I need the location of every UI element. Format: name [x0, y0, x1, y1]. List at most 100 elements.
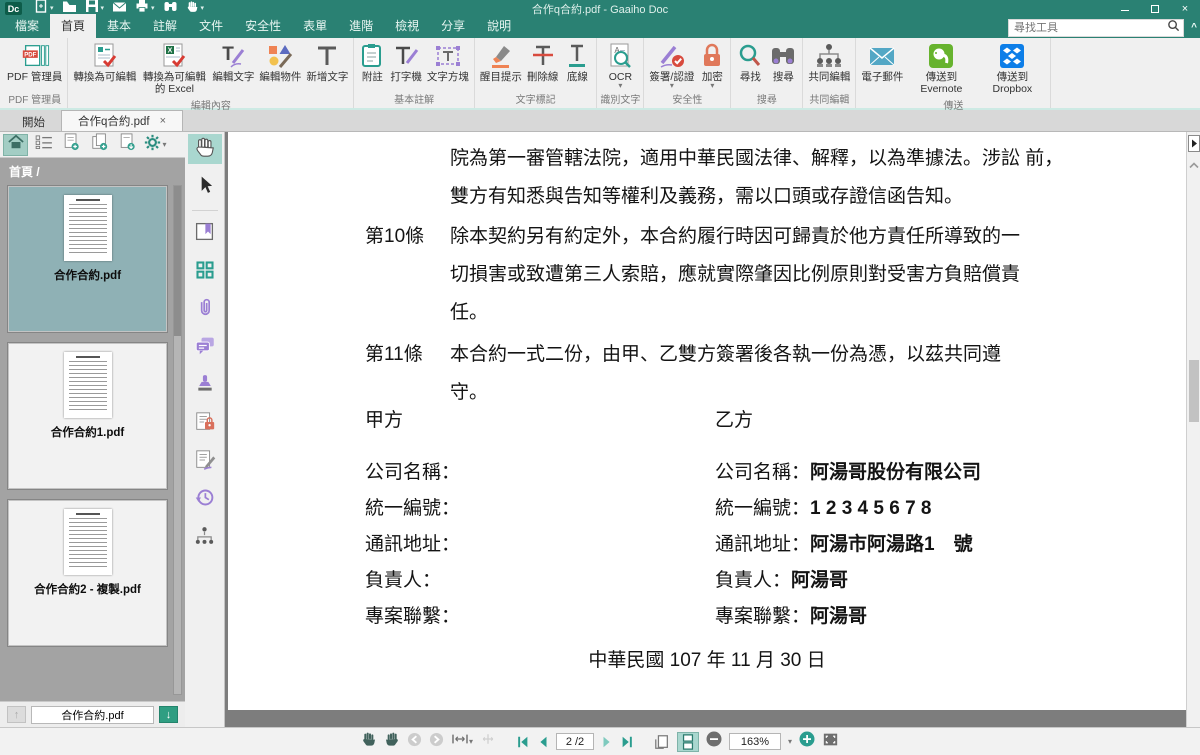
thumbnail-card[interactable]: 合作合約1.pdf — [7, 342, 168, 490]
advanced-search-button[interactable]: 搜尋 — [767, 40, 799, 84]
convert-excel-button[interactable]: X 轉換為可編輯的 Excel — [139, 40, 209, 96]
menu-tab-help[interactable]: 說明 — [476, 14, 522, 38]
scrollbar-thumb[interactable] — [1189, 360, 1199, 422]
maximize-button[interactable] — [1140, 0, 1170, 17]
right-triangle-icon — [1191, 139, 1198, 148]
bookmarks-button[interactable] — [31, 134, 56, 156]
fullscreen-button[interactable] — [822, 732, 839, 752]
pdf-manager-button[interactable]: PDF PDF 管理員 — [5, 40, 64, 84]
scroll-up-icon[interactable] — [1189, 156, 1199, 174]
zoom-caret-icon[interactable]: ▾ — [788, 737, 792, 746]
strikethrough-button[interactable]: 刪除線 — [525, 40, 561, 84]
menu-tab-advanced[interactable]: 進階 — [338, 14, 384, 38]
home-button[interactable] — [3, 134, 28, 156]
minimize-button[interactable] — [1110, 0, 1140, 17]
thumbnails-panel-button[interactable] — [188, 257, 222, 287]
security-panel-button[interactable] — [188, 409, 222, 439]
stamps-panel-button[interactable] — [188, 371, 222, 401]
single-page-view-button[interactable] — [654, 732, 670, 752]
pdf-page: 院為第一審管轄法院，適用中華民國法律、解釋，以為準據法。涉訟 前，雙方有知悉與告… — [228, 132, 1186, 710]
breadcrumb[interactable]: 首頁 / — [0, 158, 185, 180]
select-tool-button[interactable] — [188, 172, 222, 202]
next-page-button[interactable] — [601, 732, 613, 752]
panel-expander-button[interactable] — [1188, 135, 1200, 152]
zoom-level-input[interactable]: 163% — [729, 733, 781, 750]
filename-input[interactable] — [31, 706, 154, 724]
send-dropbox-button[interactable]: 傳送到 Dropbox — [977, 40, 1047, 96]
ocr-button[interactable]: A OCR ▾ — [604, 40, 636, 90]
co-edit-button[interactable]: 共同編輯 — [806, 40, 852, 84]
pan-forward-button[interactable] — [384, 732, 400, 752]
thumbnail-card[interactable]: 合作合約2 - 複製.pdf — [7, 499, 168, 647]
ribbon-group-send: 電子郵件 傳送到 Evernote 傳送到 Dropbox 傳送 — [856, 38, 1051, 108]
button-label: 編輯物件 — [259, 71, 301, 83]
new-page-button[interactable] — [59, 134, 84, 156]
copy-page-button[interactable] — [87, 134, 112, 156]
signature-panel-button[interactable] — [188, 447, 222, 477]
share-panel-button[interactable] — [188, 523, 222, 553]
move-up-button[interactable]: ↑ — [7, 706, 26, 723]
vertical-scrollbar[interactable] — [1186, 132, 1200, 727]
convert-editable-button[interactable]: 轉換為可編輯 — [71, 40, 138, 84]
bookmarks-panel-button[interactable] — [188, 219, 222, 249]
encrypt-button[interactable]: 加密 ▾ — [697, 40, 727, 90]
edit-text-button[interactable]: T 編輯文字 — [210, 40, 256, 84]
ribbon-group-label: 共同編輯 — [806, 90, 852, 108]
fit-width-icon — [451, 732, 469, 751]
page-number-input[interactable]: 2 /2 — [556, 733, 594, 750]
menu-tab-share[interactable]: 分享 — [430, 14, 476, 38]
history-panel-button[interactable] — [188, 485, 222, 515]
settings-button[interactable]: ▾ — [143, 134, 168, 156]
send-evernote-button[interactable]: 傳送到 Evernote — [906, 40, 976, 96]
ribbon-collapse-icon[interactable]: ^ — [1191, 22, 1197, 33]
fit-width-button[interactable]: ▾ — [451, 732, 473, 752]
last-page-button[interactable] — [620, 732, 634, 752]
search-input[interactable] — [1009, 22, 1167, 34]
next-view-icon — [429, 732, 444, 752]
previous-view-button[interactable] — [407, 732, 422, 752]
move-down-button[interactable]: ↓ — [159, 706, 178, 723]
previous-page-button[interactable] — [537, 732, 549, 752]
typewriter-button[interactable]: 打字機 — [388, 40, 424, 84]
menu-tab-home[interactable]: 首頁 — [50, 14, 96, 38]
pan-back-button[interactable] — [361, 732, 377, 752]
next-view-button[interactable] — [429, 732, 444, 752]
menu-tab-comment[interactable]: 註解 — [142, 14, 188, 38]
panel-toolbar: ▾ — [0, 132, 185, 158]
first-page-button[interactable] — [516, 732, 530, 752]
thumbnail-card-selected[interactable]: 合作合約.pdf — [7, 185, 168, 333]
note-button[interactable]: 附註 — [357, 40, 387, 84]
panel-scrollbar[interactable] — [173, 185, 182, 695]
continuous-view-button[interactable] — [677, 732, 699, 752]
add-text-button[interactable]: 新增文字 — [304, 40, 350, 84]
panel-scrollbar-thumb[interactable] — [174, 186, 181, 336]
menu-tab-view[interactable]: 檢視 — [384, 14, 430, 38]
menu-tab-basic[interactable]: 基本 — [96, 14, 142, 38]
menu-tab-document[interactable]: 文件 — [188, 14, 234, 38]
close-button[interactable]: × — [1170, 0, 1200, 17]
menu-tab-security[interactable]: 安全性 — [234, 14, 292, 38]
button-label: 刪除線 — [527, 71, 559, 83]
extract-page-button[interactable] — [115, 134, 140, 156]
comments-panel-button[interactable] — [188, 333, 222, 363]
menu-tab-forms[interactable]: 表單 — [292, 14, 338, 38]
find-button[interactable]: 尋找 — [734, 40, 766, 84]
minimize-icon — [1121, 10, 1129, 11]
menu-tab-file[interactable]: 檔案 — [4, 14, 50, 38]
textbox-button[interactable]: 文字方塊 — [425, 40, 471, 84]
zoom-in-button[interactable] — [799, 732, 815, 752]
edit-object-button[interactable]: 編輯物件 — [257, 40, 303, 84]
tab-start[interactable]: 開始 — [6, 110, 61, 131]
fit-page-button[interactable] — [480, 732, 496, 752]
tab-close-icon[interactable]: × — [160, 115, 166, 127]
underline-button[interactable]: 底線 — [561, 40, 593, 84]
sign-certify-button[interactable]: 簽署/認證 ▾ — [647, 40, 696, 90]
send-email-button[interactable]: 電子郵件 — [859, 40, 905, 84]
find-tools-searchbox[interactable] — [1008, 19, 1184, 37]
highlight-button[interactable]: 醒目提示 — [478, 40, 524, 84]
underline-icon — [563, 41, 591, 71]
zoom-out-button[interactable] — [706, 732, 722, 752]
tab-active-document[interactable]: 合作q合約.pdf × — [61, 110, 183, 131]
hand-tool-button[interactable] — [188, 134, 222, 164]
attachments-panel-button[interactable] — [188, 295, 222, 325]
